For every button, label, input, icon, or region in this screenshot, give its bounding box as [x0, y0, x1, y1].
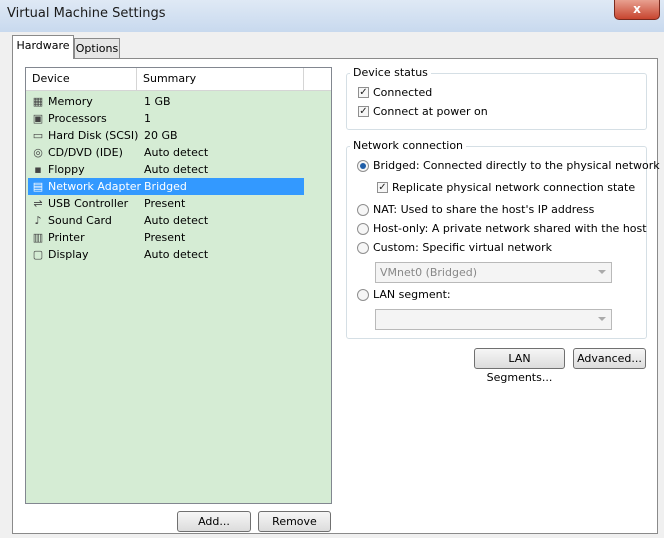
- network-adapter-icon: ▤: [32, 180, 44, 193]
- device-summary: Auto detect: [144, 163, 209, 176]
- device-summary: Present: [144, 197, 186, 210]
- device-summary: Auto detect: [144, 146, 209, 159]
- host-only-radio[interactable]: [357, 223, 369, 235]
- column-header-device[interactable]: Device: [26, 68, 137, 90]
- device-summary: Auto detect: [144, 248, 209, 261]
- nat-label: NAT: Used to share the host's IP address: [373, 203, 595, 216]
- device-summary: 20 GB: [144, 129, 178, 142]
- custom-network-value: VMnet0 (Bridged): [380, 266, 477, 279]
- chevron-down-icon: [598, 317, 606, 321]
- custom-label: Custom: Specific virtual network: [373, 241, 552, 254]
- device-summary: Auto detect: [144, 214, 209, 227]
- lan-segments-button[interactable]: LAN Segments...: [474, 348, 565, 384]
- window-title: Virtual Machine Settings: [7, 6, 166, 21]
- close-icon: x: [633, 2, 641, 16]
- column-header-summary[interactable]: Summary: [137, 68, 304, 90]
- network-connection-title: Network connection: [350, 139, 467, 152]
- memory-icon: ▦: [32, 95, 44, 108]
- lan-segment-radio[interactable]: [357, 289, 369, 301]
- device-list-header: Device Summary: [26, 68, 331, 91]
- hard-disk-icon: ▭: [32, 129, 44, 142]
- device-list[interactable]: Device Summary ▦ Memory 1 GB ▣ Processors 1 ▭ H…: [25, 67, 332, 504]
- device-row-printer[interactable]: ▥ Printer Present: [28, 229, 304, 246]
- replicate-checkbox[interactable]: ✓: [377, 182, 388, 193]
- tab-hardware[interactable]: Hardware: [12, 35, 74, 59]
- display-icon: ▢: [32, 248, 44, 261]
- device-name: Network Adapter: [48, 180, 142, 193]
- add-button[interactable]: Add...: [177, 511, 251, 532]
- checkmark-icon: ✓: [378, 182, 387, 193]
- checkmark-icon: ✓: [359, 106, 368, 117]
- device-name: Display: [48, 248, 89, 261]
- device-row-usb-controller[interactable]: ⇌ USB Controller Present: [28, 195, 304, 212]
- device-row-hard-disk-scsi[interactable]: ▭ Hard Disk (SCSI) 20 GB: [28, 127, 304, 144]
- device-row-sound-card[interactable]: ♪ Sound Card Auto detect: [28, 212, 304, 229]
- replicate-label: Replicate physical network connection st…: [392, 181, 636, 194]
- cd-icon: ◎: [33, 146, 43, 159]
- lan-segment-label: LAN segment:: [373, 288, 451, 301]
- close-button[interactable]: x: [614, 0, 660, 20]
- connected-label: Connected: [373, 86, 433, 99]
- device-name: USB Controller: [48, 197, 129, 210]
- tab-options[interactable]: Options: [74, 38, 120, 59]
- device-row-cd-dvd-ide[interactable]: ◎ CD/DVD (IDE) Auto detect: [28, 144, 304, 161]
- checkmark-icon: ✓: [359, 87, 368, 98]
- sound-icon: ♪: [34, 214, 42, 227]
- device-name: Sound Card: [48, 214, 112, 227]
- device-summary: Bridged: [144, 180, 187, 193]
- device-row-memory[interactable]: ▦ Memory 1 GB: [28, 93, 304, 110]
- printer-icon: ▥: [32, 231, 44, 244]
- device-row-floppy[interactable]: ▪ Floppy Auto detect: [28, 161, 304, 178]
- device-summary: 1: [144, 112, 151, 125]
- device-name: Floppy: [48, 163, 85, 176]
- host-only-label: Host-only: A private network shared with…: [373, 222, 647, 235]
- chevron-down-icon: [598, 270, 606, 274]
- bridged-label: Bridged: Connected directly to the physi…: [373, 159, 660, 172]
- custom-network-dropdown[interactable]: VMnet0 (Bridged): [375, 262, 612, 283]
- floppy-icon: ▪: [34, 163, 42, 176]
- device-name: Processors: [48, 112, 107, 125]
- device-name: Printer: [48, 231, 85, 244]
- nat-radio[interactable]: [357, 204, 369, 216]
- processor-icon: ▣: [32, 112, 44, 125]
- device-row-network-adapter[interactable]: ▤ Network Adapter Bridged: [28, 178, 304, 195]
- device-summary: 1 GB: [144, 95, 171, 108]
- usb-icon: ⇌: [33, 197, 43, 210]
- device-status-title: Device status: [350, 66, 431, 79]
- advanced-button[interactable]: Advanced...: [573, 348, 646, 369]
- device-name: Hard Disk (SCSI): [48, 129, 139, 142]
- custom-radio[interactable]: [357, 242, 369, 254]
- device-status-group: [346, 73, 647, 130]
- device-summary: Present: [144, 231, 186, 244]
- device-name: Memory: [48, 95, 93, 108]
- device-row-display[interactable]: ▢ Display Auto detect: [28, 246, 304, 263]
- lan-segment-dropdown[interactable]: [375, 309, 612, 330]
- connect-at-power-on-checkbox[interactable]: ✓: [358, 106, 369, 117]
- device-row-processors[interactable]: ▣ Processors 1: [28, 110, 304, 127]
- remove-button[interactable]: Remove: [258, 511, 331, 532]
- connected-checkbox[interactable]: ✓: [358, 87, 369, 98]
- bridged-radio[interactable]: [357, 160, 369, 172]
- device-name: CD/DVD (IDE): [48, 146, 123, 159]
- title-bar: Virtual Machine Settings x: [0, 0, 664, 32]
- connect-at-power-on-label: Connect at power on: [373, 105, 488, 118]
